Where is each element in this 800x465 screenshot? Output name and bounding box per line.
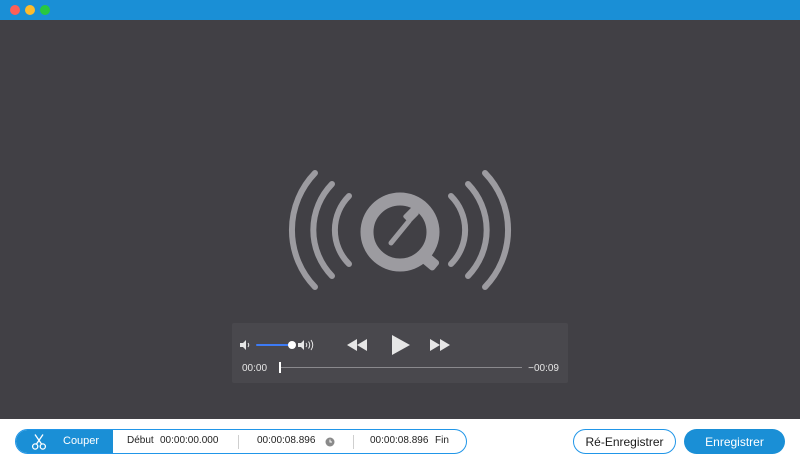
save-button[interactable]: Enregistrer [684,429,785,454]
rewind-icon[interactable] [347,339,367,351]
end-time-field[interactable]: 00:00:08.896 [370,435,428,446]
divider [238,435,239,449]
cut-label: Couper [63,435,100,447]
clock-icon[interactable] [325,437,335,447]
end-label: Fin [435,435,449,446]
timeline-scrubber[interactable] [280,367,522,368]
playhead[interactable] [279,362,281,373]
volume-high-icon[interactable] [298,339,316,351]
quicktime-logo-icon [289,170,511,290]
divider [353,435,354,449]
window-zoom-button[interactable] [40,5,50,15]
elapsed-time: 00:00 [242,363,268,374]
rerecord-button[interactable]: Ré-Enregistrer [573,429,676,454]
remaining-time: −00:09 [528,363,559,374]
window-close-button[interactable] [10,5,20,15]
title-bar [0,0,800,20]
start-label: Début [127,435,154,446]
scissors-icon [31,434,47,450]
playback-controls: 00:00 −00:09 [232,323,568,383]
current-time-field[interactable]: 00:00:08.896 [257,435,315,446]
volume-slider-knob[interactable] [288,341,296,349]
bottom-toolbar: Couper Début 00:00:00.000 00:00:08.896 0… [0,419,800,465]
trim-group: Couper Début 00:00:00.000 00:00:08.896 0… [15,429,467,454]
window-minimize-button[interactable] [25,5,35,15]
start-time-field[interactable]: 00:00:00.000 [160,435,218,446]
cut-button[interactable]: Couper [16,430,113,453]
play-icon[interactable] [392,335,410,355]
fast-forward-icon[interactable] [430,339,450,351]
video-viewer: 00:00 −00:09 [0,20,800,419]
volume-slider[interactable] [256,344,292,346]
volume-low-icon[interactable] [240,340,252,350]
